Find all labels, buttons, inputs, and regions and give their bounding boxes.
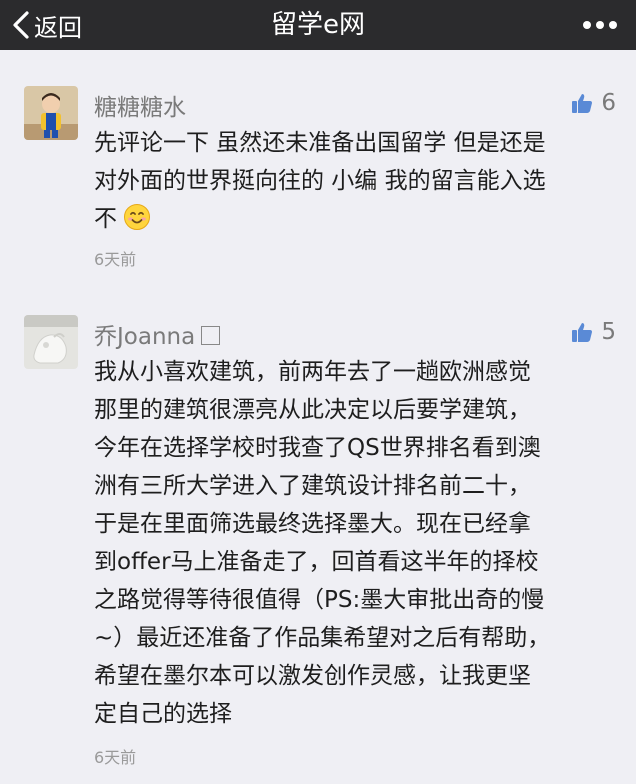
comment-line: 于是在里面筛选最终选择墨大。现在已经拿 bbox=[94, 511, 531, 537]
comment-line: 定自己的选择 bbox=[94, 701, 232, 727]
comment-line: 对外面的世界挺向往的 小编 我的留言能入选 bbox=[94, 168, 546, 194]
comment-line: 到offer马上准备走了，回首看这半年的择校 bbox=[94, 549, 539, 575]
comment-line-last: 不 bbox=[94, 200, 616, 238]
like-count: 6 bbox=[601, 90, 616, 116]
comment-line: 希望在墨尔本可以激发创作灵感，让我更坚 bbox=[94, 663, 531, 689]
comment-author: 乔Joanna bbox=[94, 317, 221, 351]
smile-icon bbox=[124, 204, 150, 230]
comment-line: 我从小喜欢建筑，前两年去了一趟欧洲感觉 bbox=[94, 359, 531, 385]
comment-line-text: 不 bbox=[94, 206, 117, 232]
like-button[interactable]: 5 bbox=[571, 319, 616, 345]
avatar[interactable] bbox=[24, 86, 78, 140]
top-nav-bar: 返回 留学e网 bbox=[0, 0, 636, 50]
chevron-left-icon bbox=[13, 11, 29, 39]
like-button[interactable]: 6 bbox=[571, 90, 616, 116]
comment-line: 洲有三所大学进入了建筑设计排名前二十， bbox=[94, 473, 531, 499]
square-icon bbox=[201, 326, 221, 345]
comment-timestamp: 6天前 bbox=[94, 250, 137, 269]
comment-text: 我从小喜欢建筑，前两年去了一趟欧洲感觉 那里的建筑很漂亮从此决定以后要学建筑， … bbox=[94, 353, 616, 733]
thumbs-up-icon bbox=[572, 323, 593, 342]
comment-text: 先评论一下 虽然还未准备出国留学 但是还是 对外面的世界挺向往的 小编 我的留言… bbox=[94, 124, 616, 238]
like-count: 5 bbox=[601, 319, 616, 345]
back-button[interactable]: 返回 bbox=[10, 0, 82, 50]
back-label: 返回 bbox=[34, 13, 82, 42]
page-title: 留学e网 bbox=[271, 10, 365, 40]
comment-line: 之路觉得等待很值得（PS:墨大审批出奇的慢 bbox=[94, 587, 545, 613]
comment-line: ~）最近还准备了作品集希望对之后有帮助， bbox=[94, 625, 551, 651]
comment-author-name: 乔Joanna bbox=[94, 324, 196, 350]
comment-author: 糖糖糖水 bbox=[94, 95, 186, 121]
comment-timestamp: 6天前 bbox=[94, 748, 137, 767]
comment-line: 先评论一下 虽然还未准备出国留学 但是还是 bbox=[94, 130, 546, 156]
thumbs-up-icon bbox=[572, 94, 593, 113]
comment-line: 那里的建筑很漂亮从此决定以后要学建筑， bbox=[94, 397, 531, 423]
user-avatar-image bbox=[24, 315, 78, 369]
user-avatar-image bbox=[24, 86, 78, 140]
comment-line: 今年在选择学校时我查了QS世界排名看到澳 bbox=[94, 435, 541, 461]
avatar[interactable] bbox=[24, 315, 78, 369]
more-dots-icon bbox=[583, 21, 617, 29]
more-button[interactable] bbox=[578, 0, 622, 50]
